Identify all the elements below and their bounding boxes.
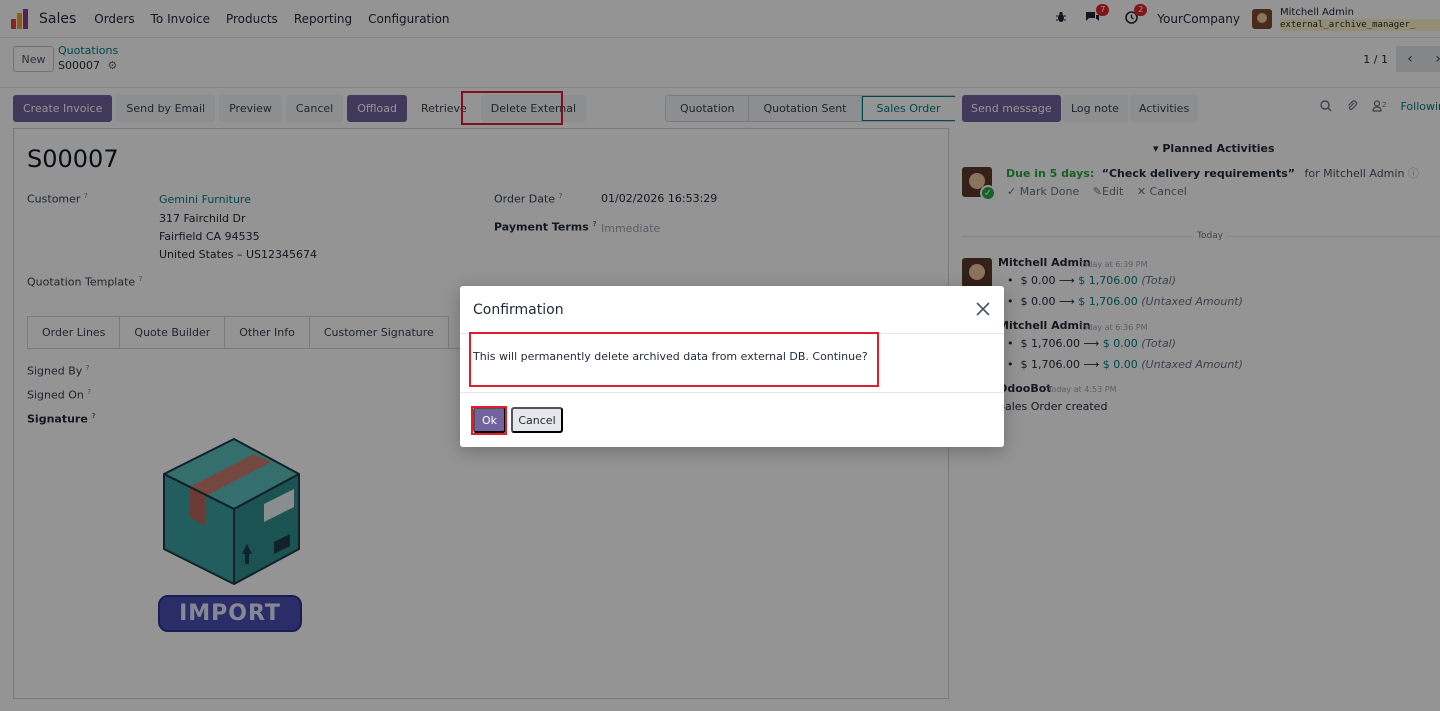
ok-button[interactable]: Ok bbox=[473, 407, 506, 433]
close-icon[interactable] bbox=[974, 300, 992, 318]
dialog-title: Confirmation bbox=[473, 302, 564, 318]
dialog-body: This will permanently delete archived da… bbox=[460, 334, 1004, 393]
confirmation-dialog: Confirmation This will permanently delet… bbox=[460, 286, 1004, 447]
dialog-header: Confirmation bbox=[460, 286, 1004, 334]
dialog-message: This will permanently delete archived da… bbox=[473, 350, 868, 363]
cancel-button[interactable]: Cancel bbox=[511, 407, 563, 433]
